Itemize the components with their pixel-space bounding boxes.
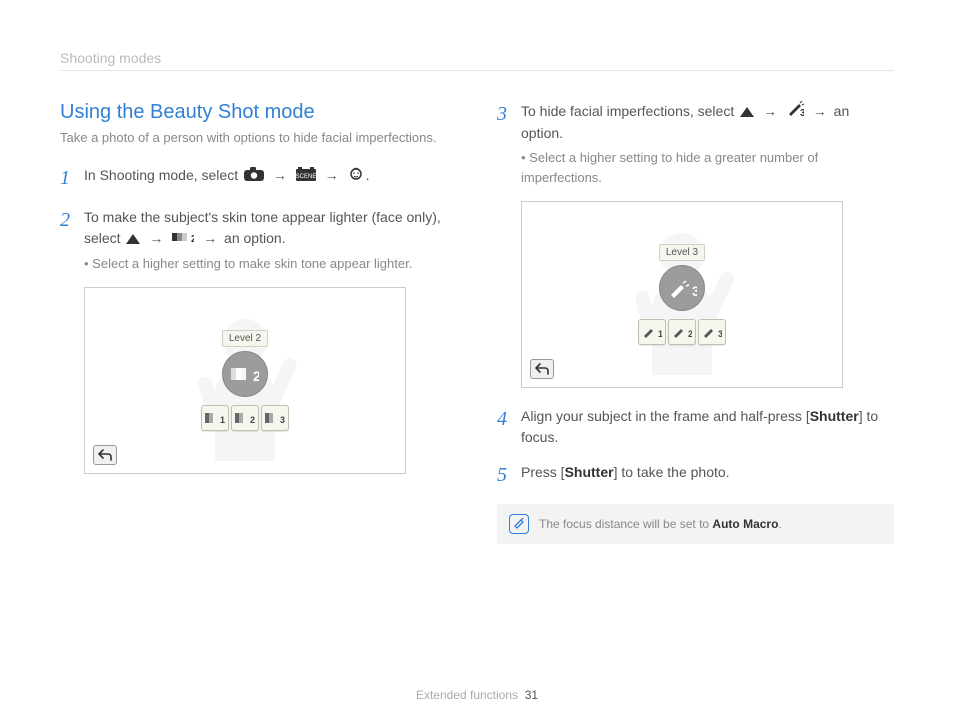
- camera-preview-1: Level 2 2 1 2 3: [84, 287, 406, 474]
- note-icon: [509, 514, 529, 534]
- step-1: 1 In Shooting mode, select → SCENE → .: [60, 165, 457, 193]
- svg-text:2: 2: [688, 329, 692, 339]
- footer-section: Extended functions: [416, 688, 518, 702]
- level-tooltip: Level 2: [222, 330, 268, 347]
- arrow-icon: →: [149, 230, 163, 246]
- right-column: 3 To hide facial imperfections, select →…: [497, 101, 894, 544]
- step-5: 5 Press [Shutter] to take the photo.: [497, 462, 894, 490]
- two-column-layout: Using the Beauty Shot mode Take a photo …: [60, 101, 894, 544]
- step-body: To hide facial imperfections, select → 3…: [521, 101, 894, 187]
- step3-text: To hide facial imperfections, select: [521, 103, 734, 119]
- step-number: 1: [60, 163, 84, 193]
- step5-b: Shutter: [565, 464, 614, 480]
- level-selected-circle: 2: [222, 351, 268, 397]
- level-option: 1: [201, 405, 229, 431]
- level-tooltip: Level 3: [659, 244, 705, 261]
- note-c: .: [778, 517, 781, 531]
- left-column: Using the Beauty Shot mode Take a photo …: [60, 101, 457, 544]
- camera-preview-2: Level 3 3 1 2 3: [521, 201, 843, 388]
- level-option: 3: [261, 405, 289, 431]
- arrow-icon: →: [203, 230, 217, 246]
- back-button-icon: [93, 445, 117, 465]
- overlay-controls: Level 2 2 1 2 3: [85, 288, 405, 473]
- skin-tone-icon: 2: [172, 229, 194, 250]
- step1-text: In Shooting mode, select: [84, 167, 238, 183]
- svg-text:3: 3: [692, 283, 697, 299]
- step-body: To make the subject's skin tone appear l…: [84, 207, 457, 273]
- svg-text:2: 2: [191, 234, 194, 244]
- level-options-row: 1 2 3: [638, 319, 726, 345]
- step1-end: .: [366, 167, 370, 183]
- breadcrumb: Shooting modes: [60, 50, 894, 71]
- svg-text:1: 1: [220, 415, 225, 425]
- arrow-icon: →: [273, 167, 287, 183]
- note-b: Auto Macro: [712, 517, 778, 531]
- step5-c: ] to take the photo.: [614, 464, 730, 480]
- manual-page: Shooting modes Using the Beauty Shot mod…: [0, 0, 954, 544]
- step-number: 5: [497, 460, 521, 490]
- page-footer: Extended functions 31: [0, 688, 954, 702]
- level-options-row: 1 2 3: [201, 405, 289, 431]
- scene-icon: SCENE: [296, 166, 316, 187]
- note-text: The focus distance will be set to Auto M…: [539, 517, 782, 531]
- level-option: 2: [668, 319, 696, 345]
- svg-text:2: 2: [253, 368, 259, 384]
- step-body: Press [Shutter] to take the photo.: [521, 462, 894, 483]
- note-box: The focus distance will be set to Auto M…: [497, 504, 894, 544]
- level-selected-circle: 3: [659, 265, 705, 311]
- up-triangle-icon: [740, 102, 754, 123]
- back-button-icon: [530, 359, 554, 379]
- page-title: Using the Beauty Shot mode: [60, 101, 457, 124]
- step-number: 4: [497, 404, 521, 434]
- overlay-controls: Level 3 3 1 2 3: [522, 202, 842, 387]
- beauty-face-icon: [348, 165, 364, 187]
- svg-text:3: 3: [800, 108, 804, 117]
- camera-icon: [244, 166, 264, 187]
- intro-text: Take a photo of a person with options to…: [60, 130, 457, 145]
- step-number: 2: [60, 205, 84, 235]
- arrow-icon: →: [325, 167, 339, 183]
- step5-a: Press [: [521, 464, 565, 480]
- arrow-icon: →: [763, 103, 777, 119]
- page-number: 31: [525, 688, 538, 702]
- step-body: Align your subject in the frame and half…: [521, 406, 894, 448]
- svg-text:3: 3: [718, 329, 722, 339]
- svg-text:SCENE: SCENE: [296, 174, 316, 180]
- step2-end: an option.: [224, 230, 286, 246]
- note-a: The focus distance will be set to: [539, 517, 712, 531]
- svg-text:3: 3: [280, 415, 285, 425]
- svg-text:2: 2: [250, 415, 255, 425]
- step-number: 3: [497, 99, 521, 129]
- level-option: 1: [638, 319, 666, 345]
- step2-sub: Select a higher setting to make skin ton…: [84, 254, 457, 274]
- arrow-icon: →: [813, 103, 827, 119]
- up-triangle-icon: [126, 229, 140, 250]
- step4-a: Align your subject in the frame and half…: [521, 408, 810, 424]
- step-body: In Shooting mode, select → SCENE → .: [84, 165, 457, 187]
- step-4: 4 Align your subject in the frame and ha…: [497, 406, 894, 448]
- level-option: 3: [698, 319, 726, 345]
- retouch-icon: 3: [786, 101, 804, 123]
- svg-text:1: 1: [658, 329, 662, 339]
- step3-sub: Select a higher setting to hide a greate…: [521, 148, 894, 187]
- step4-b: Shutter: [810, 408, 859, 424]
- step-2: 2 To make the subject's skin tone appear…: [60, 207, 457, 273]
- level-option: 2: [231, 405, 259, 431]
- step-3: 3 To hide facial imperfections, select →…: [497, 101, 894, 187]
